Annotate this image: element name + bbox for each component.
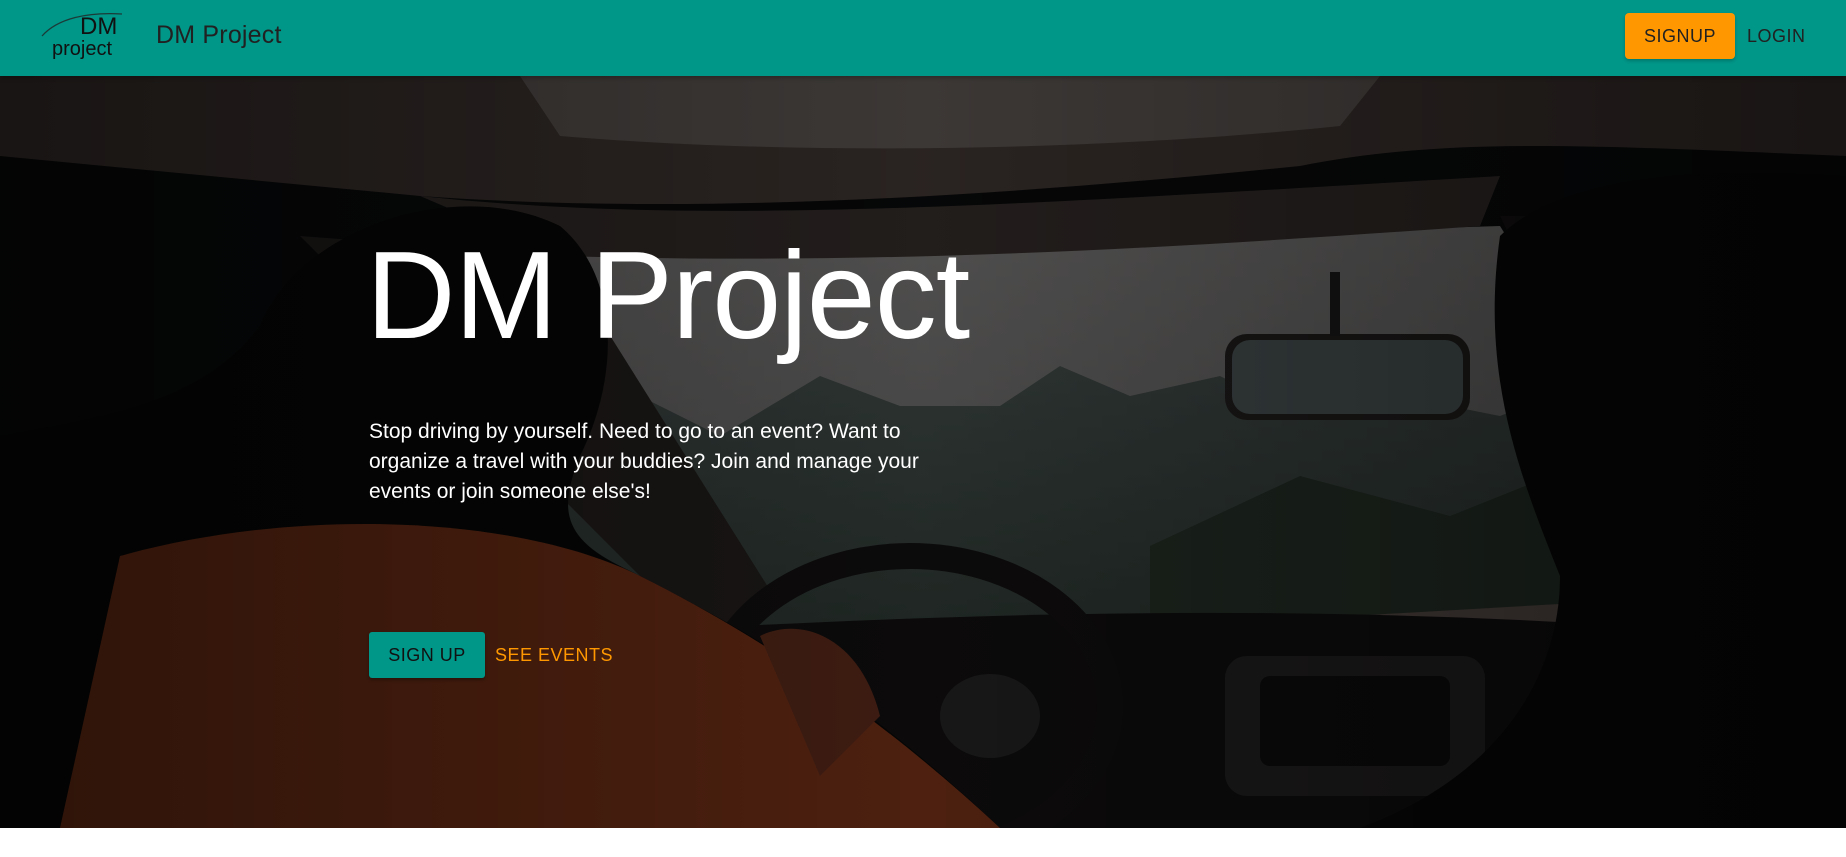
see-events-link[interactable]: SEE EVENTS (495, 632, 613, 678)
nav-login-link[interactable]: LOGIN (1747, 13, 1806, 59)
logo-text-dm: DM (80, 13, 117, 40)
hero-title: DM Project (366, 227, 970, 365)
hero-section: DM Project Stop driving by yourself. Nee… (0, 76, 1846, 828)
brand-name[interactable]: DM Project (156, 21, 282, 50)
navbar: DM project DM Project SIGNUP LOGIN (0, 0, 1846, 76)
nav-signup-button[interactable]: SIGNUP (1625, 13, 1735, 59)
hero-description: Stop driving by yourself. Need to go to … (369, 420, 919, 503)
logo-text-project: project (52, 38, 112, 60)
brand-logo[interactable]: DM project (38, 10, 126, 64)
hero-signup-button[interactable]: SIGN UP (369, 632, 485, 678)
